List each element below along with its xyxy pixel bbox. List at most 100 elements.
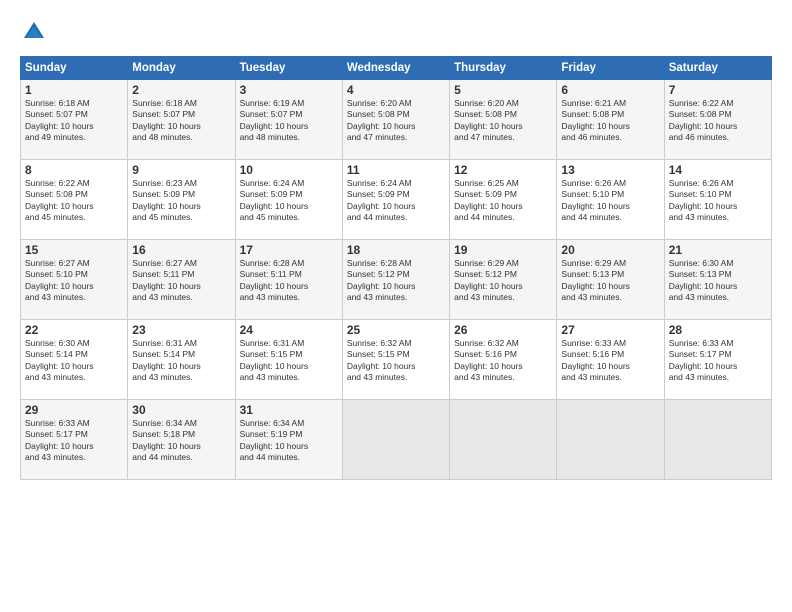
day-number: 20	[561, 243, 659, 257]
cell-info: Sunrise: 6:28 AMSunset: 5:11 PMDaylight:…	[240, 258, 338, 304]
day-number: 8	[25, 163, 123, 177]
day-number: 29	[25, 403, 123, 417]
calendar-cell: 18Sunrise: 6:28 AMSunset: 5:12 PMDayligh…	[342, 240, 449, 320]
day-number: 4	[347, 83, 445, 97]
calendar-cell	[450, 400, 557, 480]
day-number: 15	[25, 243, 123, 257]
calendar-body: 1Sunrise: 6:18 AMSunset: 5:07 PMDaylight…	[21, 80, 772, 480]
weekday-header-saturday: Saturday	[664, 57, 771, 80]
day-number: 18	[347, 243, 445, 257]
calendar-cell: 12Sunrise: 6:25 AMSunset: 5:09 PMDayligh…	[450, 160, 557, 240]
cell-info: Sunrise: 6:30 AMSunset: 5:13 PMDaylight:…	[669, 258, 767, 304]
cell-info: Sunrise: 6:22 AMSunset: 5:08 PMDaylight:…	[25, 178, 123, 224]
calendar-header: SundayMondayTuesdayWednesdayThursdayFrid…	[21, 57, 772, 80]
calendar-cell: 29Sunrise: 6:33 AMSunset: 5:17 PMDayligh…	[21, 400, 128, 480]
weekday-header-wednesday: Wednesday	[342, 57, 449, 80]
calendar-week-1: 1Sunrise: 6:18 AMSunset: 5:07 PMDaylight…	[21, 80, 772, 160]
calendar-cell: 26Sunrise: 6:32 AMSunset: 5:16 PMDayligh…	[450, 320, 557, 400]
cell-info: Sunrise: 6:34 AMSunset: 5:19 PMDaylight:…	[240, 418, 338, 464]
calendar-cell: 23Sunrise: 6:31 AMSunset: 5:14 PMDayligh…	[128, 320, 235, 400]
weekday-header-friday: Friday	[557, 57, 664, 80]
day-number: 9	[132, 163, 230, 177]
cell-info: Sunrise: 6:26 AMSunset: 5:10 PMDaylight:…	[669, 178, 767, 224]
cell-info: Sunrise: 6:25 AMSunset: 5:09 PMDaylight:…	[454, 178, 552, 224]
day-number: 21	[669, 243, 767, 257]
calendar-page: SundayMondayTuesdayWednesdayThursdayFrid…	[0, 0, 792, 612]
calendar-table: SundayMondayTuesdayWednesdayThursdayFrid…	[20, 56, 772, 480]
day-number: 30	[132, 403, 230, 417]
day-number: 24	[240, 323, 338, 337]
calendar-cell: 27Sunrise: 6:33 AMSunset: 5:16 PMDayligh…	[557, 320, 664, 400]
cell-info: Sunrise: 6:31 AMSunset: 5:14 PMDaylight:…	[132, 338, 230, 384]
calendar-week-4: 22Sunrise: 6:30 AMSunset: 5:14 PMDayligh…	[21, 320, 772, 400]
cell-info: Sunrise: 6:29 AMSunset: 5:12 PMDaylight:…	[454, 258, 552, 304]
day-number: 17	[240, 243, 338, 257]
calendar-cell: 8Sunrise: 6:22 AMSunset: 5:08 PMDaylight…	[21, 160, 128, 240]
calendar-week-2: 8Sunrise: 6:22 AMSunset: 5:08 PMDaylight…	[21, 160, 772, 240]
cell-info: Sunrise: 6:32 AMSunset: 5:16 PMDaylight:…	[454, 338, 552, 384]
header	[20, 18, 772, 46]
calendar-cell: 5Sunrise: 6:20 AMSunset: 5:08 PMDaylight…	[450, 80, 557, 160]
day-number: 28	[669, 323, 767, 337]
day-number: 23	[132, 323, 230, 337]
calendar-week-3: 15Sunrise: 6:27 AMSunset: 5:10 PMDayligh…	[21, 240, 772, 320]
weekday-header-monday: Monday	[128, 57, 235, 80]
calendar-week-5: 29Sunrise: 6:33 AMSunset: 5:17 PMDayligh…	[21, 400, 772, 480]
calendar-cell	[557, 400, 664, 480]
cell-info: Sunrise: 6:33 AMSunset: 5:16 PMDaylight:…	[561, 338, 659, 384]
cell-info: Sunrise: 6:18 AMSunset: 5:07 PMDaylight:…	[132, 98, 230, 144]
cell-info: Sunrise: 6:23 AMSunset: 5:09 PMDaylight:…	[132, 178, 230, 224]
weekday-header-tuesday: Tuesday	[235, 57, 342, 80]
weekday-row: SundayMondayTuesdayWednesdayThursdayFrid…	[21, 57, 772, 80]
calendar-cell: 4Sunrise: 6:20 AMSunset: 5:08 PMDaylight…	[342, 80, 449, 160]
day-number: 22	[25, 323, 123, 337]
calendar-cell: 20Sunrise: 6:29 AMSunset: 5:13 PMDayligh…	[557, 240, 664, 320]
cell-info: Sunrise: 6:27 AMSunset: 5:10 PMDaylight:…	[25, 258, 123, 304]
cell-info: Sunrise: 6:24 AMSunset: 5:09 PMDaylight:…	[347, 178, 445, 224]
cell-info: Sunrise: 6:26 AMSunset: 5:10 PMDaylight:…	[561, 178, 659, 224]
day-number: 25	[347, 323, 445, 337]
day-number: 14	[669, 163, 767, 177]
calendar-cell: 10Sunrise: 6:24 AMSunset: 5:09 PMDayligh…	[235, 160, 342, 240]
calendar-cell: 1Sunrise: 6:18 AMSunset: 5:07 PMDaylight…	[21, 80, 128, 160]
cell-info: Sunrise: 6:22 AMSunset: 5:08 PMDaylight:…	[669, 98, 767, 144]
day-number: 16	[132, 243, 230, 257]
calendar-cell: 25Sunrise: 6:32 AMSunset: 5:15 PMDayligh…	[342, 320, 449, 400]
logo	[20, 18, 52, 46]
cell-info: Sunrise: 6:18 AMSunset: 5:07 PMDaylight:…	[25, 98, 123, 144]
calendar-cell: 11Sunrise: 6:24 AMSunset: 5:09 PMDayligh…	[342, 160, 449, 240]
calendar-cell: 28Sunrise: 6:33 AMSunset: 5:17 PMDayligh…	[664, 320, 771, 400]
calendar-cell: 6Sunrise: 6:21 AMSunset: 5:08 PMDaylight…	[557, 80, 664, 160]
cell-info: Sunrise: 6:19 AMSunset: 5:07 PMDaylight:…	[240, 98, 338, 144]
calendar-cell: 19Sunrise: 6:29 AMSunset: 5:12 PMDayligh…	[450, 240, 557, 320]
day-number: 7	[669, 83, 767, 97]
cell-info: Sunrise: 6:34 AMSunset: 5:18 PMDaylight:…	[132, 418, 230, 464]
calendar-cell: 15Sunrise: 6:27 AMSunset: 5:10 PMDayligh…	[21, 240, 128, 320]
day-number: 2	[132, 83, 230, 97]
calendar-cell: 21Sunrise: 6:30 AMSunset: 5:13 PMDayligh…	[664, 240, 771, 320]
cell-info: Sunrise: 6:31 AMSunset: 5:15 PMDaylight:…	[240, 338, 338, 384]
cell-info: Sunrise: 6:27 AMSunset: 5:11 PMDaylight:…	[132, 258, 230, 304]
cell-info: Sunrise: 6:30 AMSunset: 5:14 PMDaylight:…	[25, 338, 123, 384]
calendar-cell: 17Sunrise: 6:28 AMSunset: 5:11 PMDayligh…	[235, 240, 342, 320]
day-number: 3	[240, 83, 338, 97]
day-number: 26	[454, 323, 552, 337]
cell-info: Sunrise: 6:29 AMSunset: 5:13 PMDaylight:…	[561, 258, 659, 304]
day-number: 12	[454, 163, 552, 177]
calendar-cell: 22Sunrise: 6:30 AMSunset: 5:14 PMDayligh…	[21, 320, 128, 400]
calendar-cell: 14Sunrise: 6:26 AMSunset: 5:10 PMDayligh…	[664, 160, 771, 240]
weekday-header-thursday: Thursday	[450, 57, 557, 80]
day-number: 11	[347, 163, 445, 177]
cell-info: Sunrise: 6:28 AMSunset: 5:12 PMDaylight:…	[347, 258, 445, 304]
calendar-cell	[664, 400, 771, 480]
calendar-cell: 3Sunrise: 6:19 AMSunset: 5:07 PMDaylight…	[235, 80, 342, 160]
cell-info: Sunrise: 6:21 AMSunset: 5:08 PMDaylight:…	[561, 98, 659, 144]
calendar-cell: 30Sunrise: 6:34 AMSunset: 5:18 PMDayligh…	[128, 400, 235, 480]
calendar-cell	[342, 400, 449, 480]
day-number: 27	[561, 323, 659, 337]
day-number: 6	[561, 83, 659, 97]
calendar-cell: 2Sunrise: 6:18 AMSunset: 5:07 PMDaylight…	[128, 80, 235, 160]
logo-icon	[20, 18, 48, 46]
cell-info: Sunrise: 6:32 AMSunset: 5:15 PMDaylight:…	[347, 338, 445, 384]
cell-info: Sunrise: 6:33 AMSunset: 5:17 PMDaylight:…	[25, 418, 123, 464]
